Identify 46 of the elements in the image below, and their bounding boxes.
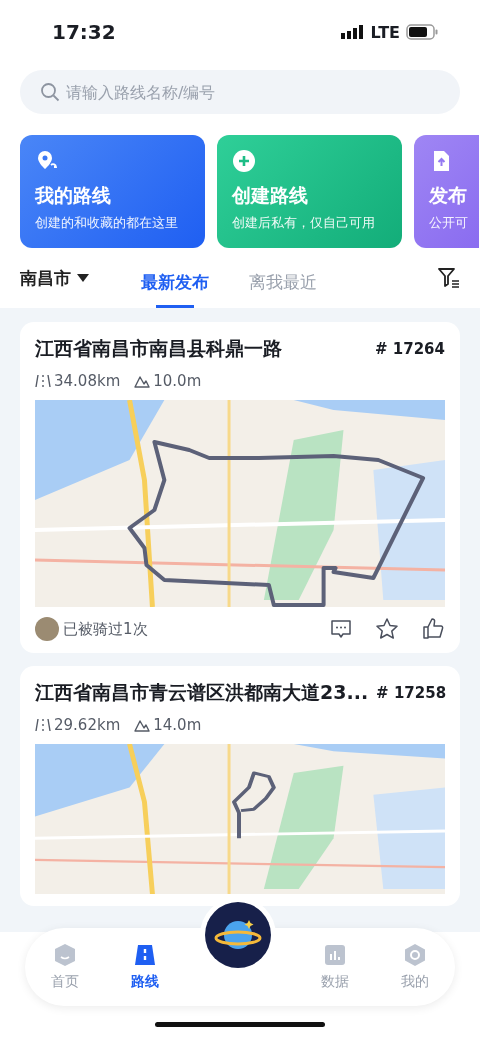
thumbs-up-icon[interactable] [421,617,445,641]
feature-card[interactable]: 我的路线 创建的和收藏的都在这里 [20,135,205,248]
card-subtitle: 创建后私有，仅自己可用 [232,215,376,232]
route-distance: 34.08km [54,372,121,390]
mountain-icon [134,717,151,733]
comment-icon[interactable] [329,617,353,641]
nav-tab[interactable]: 数据 [295,943,375,991]
tab[interactable]: 离我最近 [249,254,317,308]
road-icon [35,717,51,733]
card-subtitle: 公开可 [429,215,469,232]
battery-icon [406,24,438,40]
route-distance: 29.62km [54,716,121,734]
card-subtitle: 创建的和收藏的都在这里 [35,215,179,232]
ridden-count: 已被骑过1次 [63,619,148,639]
city-selector[interactable]: 南昌市 [20,266,89,290]
route-elevation: 14.0m [153,716,202,734]
signal-icon [340,25,365,39]
avatar [35,617,59,641]
home-icon [53,943,77,967]
route-title: 江西省南昌市青云谱区洪都南大道23... [35,680,369,705]
profile-icon [403,943,427,967]
route-card[interactable]: 江西省南昌市南昌县科鼎一路 # 17264 34.08km 10.0m 已被骑过1次 [20,322,460,653]
nav-tab[interactable]: 首页 [25,943,105,991]
route-title: 江西省南昌市南昌县科鼎一路 [35,336,282,361]
road-icon [35,373,51,389]
feature-card[interactable]: 发布 公开可 [414,135,479,248]
card-title: 发布 [429,183,468,208]
filter-icon[interactable] [438,267,460,289]
caret-icon [77,274,89,282]
route-number: # 17264 [375,340,445,358]
feature-card[interactable]: 创建路线 创建后私有，仅自己可用 [217,135,402,248]
nav-tab[interactable]: 我的 [375,943,455,991]
network-type: LTE [370,22,400,42]
star-icon[interactable] [375,617,399,641]
route-card[interactable]: 江西省南昌市青云谱区洪都南大道23... # 17258 29.62km 14.0m [20,666,460,906]
nav-tab[interactable]: 路线 [105,943,185,991]
route-number: # 17258 [376,684,447,702]
plus-icon [232,149,256,173]
card-title: 我的路线 [35,183,112,208]
mountain-icon [134,373,151,389]
card-title: 创建路线 [232,183,309,208]
road-icon [133,943,157,967]
search-icon [40,82,60,102]
bar-chart-icon [323,943,347,967]
route-elevation: 10.0m [153,372,202,390]
status-time: 17:32 [52,20,116,44]
